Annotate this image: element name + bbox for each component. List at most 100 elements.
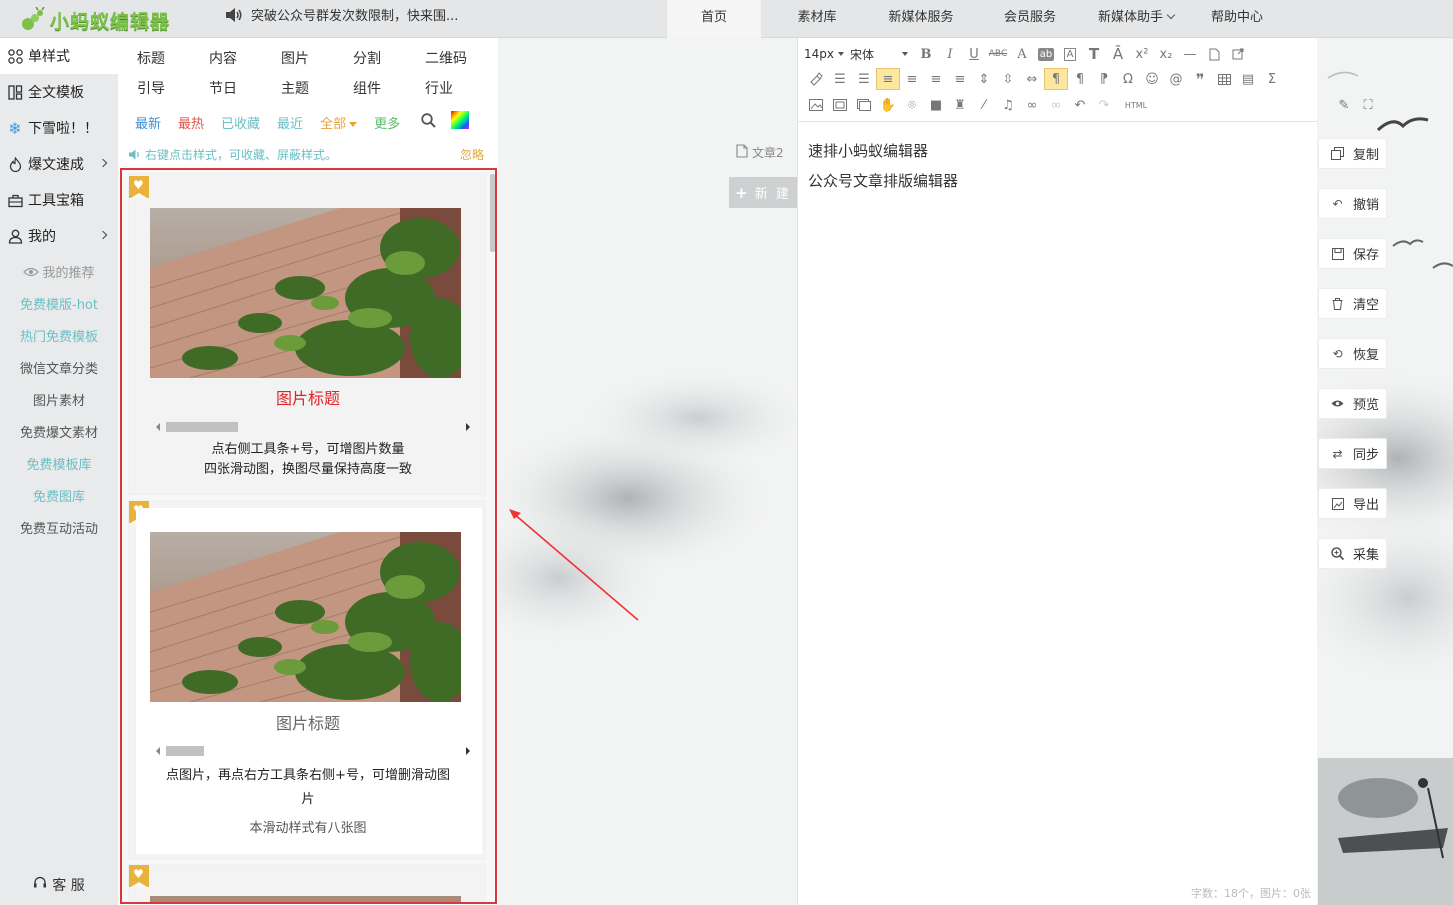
list-scrollbar-thumb[interactable] [490,174,495,252]
emoji-icon[interactable]: ☺ [1140,68,1164,90]
font-size-select[interactable]: 14px [804,47,844,61]
indent-icon[interactable]: ☰ [828,68,852,90]
nav-media-assistant[interactable]: 新媒体助手 [1091,0,1181,38]
filter-all[interactable]: 全部 [320,113,358,132]
formula-icon[interactable]: Σ [1260,68,1284,90]
filter-favorited[interactable]: 已收藏 [221,113,260,132]
style-card[interactable]: ♥ [128,173,486,495]
search-icon[interactable] [421,112,436,132]
font-color-icon[interactable]: A [1010,43,1034,65]
new-document-button[interactable]: + 新 建 [729,177,797,208]
font-family-select[interactable]: 宋体 [850,46,908,63]
letter-spacing-icon[interactable]: ⇔ [1020,68,1044,90]
sidebar-sub-free-template-lib[interactable]: 免费模板库 [0,450,118,482]
nav-help-center[interactable]: 帮助中心 [1181,0,1293,38]
customer-service-button[interactable]: 客 服 [0,875,118,895]
document-tab[interactable]: 文章2 [736,144,784,161]
paragraph-spacing-icon[interactable]: ⇳ [996,68,1020,90]
edit-mode-icon[interactable]: ✎ [1332,94,1356,116]
table-icon[interactable] [1212,68,1236,90]
save-button[interactable]: 保存 [1318,238,1387,269]
sidebar-sub-image-materials[interactable]: 图片素材 [0,386,118,418]
clear-format-icon[interactable]: Ā [1106,43,1130,65]
collect-button[interactable]: 采集 [1318,538,1387,569]
strikethrough-icon[interactable]: ABC [986,43,1010,65]
category-divider[interactable]: 分割 [353,48,425,68]
notice-bar[interactable]: 突破公众号群发次数限制，快来围... [225,5,458,24]
paint-icon[interactable]: ♜ [948,94,972,116]
align-right-icon[interactable]: ≡ [924,68,948,90]
copy-button[interactable]: 复制 [1318,138,1387,169]
sidebar-item-mine[interactable]: 我的 [0,218,118,254]
carousel-scroll-thumb[interactable] [166,746,204,756]
html-source-icon[interactable]: HTML [1116,94,1156,116]
text-box-icon[interactable]: A [1058,43,1082,65]
logo[interactable]: 小蚂蚁编辑器 [20,6,170,34]
favorite-badge-icon[interactable]: ♥ [129,865,149,888]
preview-button[interactable]: 预览 [1318,388,1387,419]
align-left-icon[interactable]: ≡ [876,68,900,90]
content-line[interactable]: 公众号文章排版编辑器 [808,166,958,196]
nav-home[interactable]: 首页 [667,0,761,38]
multi-image-icon[interactable] [828,94,852,116]
bold-icon[interactable]: B [914,43,938,65]
align-justify-icon[interactable]: ≡ [948,68,972,90]
category-qrcode[interactable]: 二维码 [425,48,497,68]
undo-icon[interactable]: ↶ [1068,94,1092,116]
category-industry[interactable]: 行业 [425,78,497,98]
paragraph-format-icon[interactable]: ⁋ [1092,68,1116,90]
style-list[interactable]: ♥ 图片标题 点右侧工具条+号，可增图片数量 四张滑动图，换图尽量保持高度一致 … [120,168,497,904]
category-title[interactable]: 标题 [137,48,209,68]
sidebar-item-viral[interactable]: 爆文速成 [0,146,118,182]
align-center-icon[interactable]: ≡ [900,68,924,90]
superscript-icon[interactable]: x² [1130,43,1154,65]
scroll-right-icon[interactable] [466,747,470,755]
category-festival[interactable]: 节日 [209,78,281,98]
gif-icon[interactable]: ✋ [876,94,900,116]
link-icon[interactable]: ∞ [1020,94,1044,116]
restore-button[interactable]: ⟲ 恢复 [1318,338,1387,369]
sync-button[interactable]: ⇄ 同步 [1318,438,1387,469]
special-chars-icon[interactable]: Ω [1116,68,1140,90]
nav-materials[interactable]: 素材库 [761,0,873,38]
sidebar-sub-my-recommend[interactable]: 我的推荐 [0,258,118,290]
camera-icon[interactable]: ⌾ [900,94,924,116]
redo-icon[interactable]: ↷ [1092,94,1116,116]
sidebar-item-single-style[interactable]: 单样式 [0,38,118,74]
nav-media-service[interactable]: 新媒体服务 [873,0,969,38]
category-image[interactable]: 图片 [281,48,353,68]
image-icon[interactable] [804,94,828,116]
background-color-icon[interactable]: ab [1034,43,1058,65]
ltr-icon[interactable]: ¶ [1044,68,1068,90]
nav-member-service[interactable]: 会员服务 [969,0,1091,38]
content-line[interactable]: 速排小蚂蚁编辑器 [808,136,958,166]
text-style-icon[interactable]: T [1082,43,1106,65]
brick-vine-photo[interactable] [150,532,461,702]
scroll-left-icon[interactable] [156,747,160,755]
format-painter-icon[interactable] [804,68,828,90]
filter-hottest[interactable]: 最热 [178,113,204,132]
italic-icon[interactable]: I [938,43,962,65]
blockquote-icon[interactable]: ❞ [1188,68,1212,90]
sidebar-item-snow[interactable]: ❄ 下雪啦！！ [0,110,118,146]
scroll-left-icon[interactable] [156,423,160,431]
carousel-scrollbar[interactable] [150,420,470,434]
undo-button[interactable]: ↶ 撤销 [1318,188,1387,219]
carousel-scrollbar[interactable] [150,744,470,758]
new-page-icon[interactable] [1202,43,1226,65]
color-picker-icon[interactable] [451,111,470,133]
style-card[interactable]: ♥ [128,500,486,860]
category-component[interactable]: 组件 [353,78,425,98]
editor-content[interactable]: 速排小蚂蚁编辑器 公众号文章排版编辑器 [808,136,958,196]
category-content[interactable]: 内容 [209,48,281,68]
underline-icon[interactable]: U [962,43,986,65]
export-button[interactable]: 导出 [1318,488,1387,519]
clear-button[interactable]: 清空 [1318,288,1387,319]
rtl-icon[interactable]: ¶ [1068,68,1092,90]
line-height-icon[interactable]: ⇕ [972,68,996,90]
sidebar-item-full-template[interactable]: 全文模板 [0,74,118,110]
scroll-right-icon[interactable] [466,423,470,431]
magic-wand-icon[interactable]: ⁄ [972,94,996,116]
fullscreen-icon[interactable]: ⛶ [1356,94,1380,116]
video-icon[interactable]: ■ [924,94,948,116]
